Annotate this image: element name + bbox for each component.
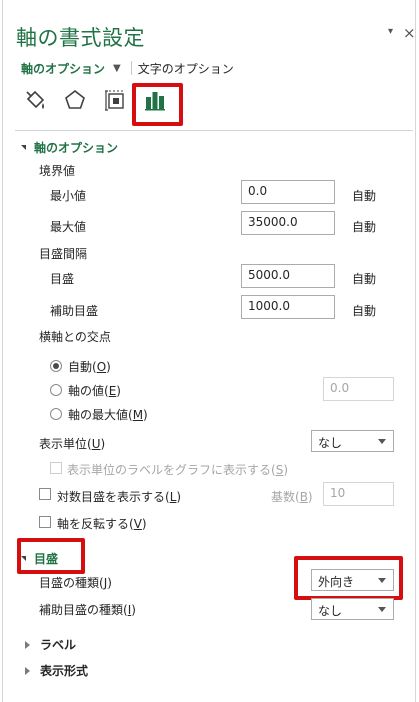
section-number-header[interactable]: 表示形式 — [25, 662, 88, 679]
crosses-auto-key: O — [96, 360, 107, 374]
minor-tick-type-label: 補助目盛の種類(I) — [39, 601, 136, 618]
major-tick-type-text: 目盛の種類( — [39, 576, 104, 590]
expand-triangle-icon — [21, 145, 26, 150]
crosses-value-text: 軸の値( — [68, 384, 109, 398]
collapse-triangle-icon — [25, 666, 30, 675]
show-units-label-main: 表示単位のラベルをグラフに表示する( — [67, 463, 276, 477]
crosses-max-radio[interactable] — [50, 408, 62, 420]
crosses-label: 横軸との交点 — [39, 330, 111, 344]
log-base-key: B — [299, 490, 308, 504]
tab-separator — [130, 61, 132, 75]
log-scale-checkbox[interactable] — [39, 488, 51, 500]
pane-title: 軸の書式設定 — [16, 26, 145, 50]
crosses-auto-label[interactable]: 自動(O) — [68, 358, 111, 375]
log-base-text: 基数( — [271, 490, 300, 504]
log-scale-label[interactable]: 対数目盛を表示する(L) — [57, 488, 181, 505]
crosses-max-key: M — [132, 408, 144, 422]
major-tick-type-label: 目盛の種類(J) — [39, 574, 112, 591]
crosses-value-input[interactable]: 0.0 — [323, 377, 394, 401]
major-unit-label: 目盛 — [50, 272, 75, 286]
bounds-label: 境界値 — [39, 164, 76, 178]
size-properties-icon[interactable] — [101, 86, 129, 114]
crosses-max-end: ) — [143, 408, 148, 422]
crosses-value-end: ) — [116, 384, 121, 398]
log-scale-text: 対数目盛を表示する( — [57, 490, 170, 504]
crosses-auto-radio[interactable] — [50, 360, 62, 372]
fill-line-icon[interactable] — [21, 86, 49, 114]
crosses-max-label[interactable]: 軸の最大値(M) — [68, 406, 148, 423]
section-tick-marks-title: 目盛 — [34, 552, 59, 566]
minor-unit-input[interactable]: 1000.0 — [241, 295, 335, 319]
display-units-value: なし — [318, 436, 343, 450]
tab-axis-options-dropdown-icon[interactable]: ▼ — [113, 63, 121, 74]
minimum-auto-label[interactable]: 自動 — [352, 187, 376, 204]
maximum-auto-label[interactable]: 自動 — [352, 218, 376, 235]
crosses-value-radio[interactable] — [50, 384, 62, 396]
crosses-auto-end: ) — [106, 360, 111, 374]
chevron-down-icon — [378, 607, 386, 612]
section-axis-options-title: 軸のオプション — [34, 141, 119, 155]
effects-pentagon-icon[interactable] — [61, 86, 89, 114]
collapse-triangle-icon — [25, 640, 30, 649]
reverse-order-text: 軸を反転する( — [57, 517, 134, 531]
log-base-label: 基数(B) — [271, 488, 313, 505]
format-axis-pane: 軸の書式設定 ▾ × 軸のオプション ▼ 文字のオプション 軸のオプション 境界… — [2, 0, 416, 702]
minor-tick-type-end: ) — [131, 603, 136, 617]
maximum-input[interactable]: 35000.0 — [241, 211, 335, 235]
section-divider — [15, 130, 413, 131]
minor-tick-type-text: 補助目盛の種類( — [39, 603, 128, 617]
show-units-label-checkbox[interactable] — [50, 462, 62, 474]
option-tabs: 軸のオプション ▼ 文字のオプション — [21, 60, 234, 76]
log-scale-end: ) — [176, 490, 182, 504]
major-tick-type-select[interactable]: 外向き — [311, 569, 394, 591]
show-units-label-end: ) — [283, 463, 288, 477]
log-base-input[interactable]: 10 — [323, 482, 394, 506]
minor-unit-auto-label[interactable]: 自動 — [352, 302, 376, 319]
chevron-down-icon — [378, 439, 386, 444]
chevron-down-icon — [378, 578, 386, 583]
close-icon[interactable]: × — [403, 24, 416, 42]
minimum-input[interactable]: 0.0 — [241, 180, 335, 204]
crosses-value-label[interactable]: 軸の値(E) — [68, 382, 121, 399]
reverse-order-key: V — [133, 517, 142, 531]
display-units-text: 表示単位( — [39, 437, 92, 451]
tab-axis-options[interactable]: 軸のオプション — [21, 60, 105, 77]
units-label: 目盛間隔 — [39, 247, 88, 261]
display-units-label: 表示単位(U) — [39, 435, 105, 452]
display-units-end: ) — [100, 437, 106, 451]
pane-options-dropdown-icon[interactable]: ▾ — [388, 26, 393, 37]
minor-unit-label: 補助目盛 — [50, 304, 99, 318]
reverse-order-label[interactable]: 軸を反転する(V) — [57, 515, 147, 532]
section-tick-marks-header[interactable]: 目盛 — [21, 550, 58, 567]
log-base-end: ) — [307, 490, 313, 504]
section-labels-title: ラベル — [40, 638, 77, 652]
section-labels-header[interactable]: ラベル — [25, 636, 76, 653]
major-tick-type-value: 外向き — [318, 575, 355, 589]
major-unit-input[interactable]: 5000.0 — [241, 264, 335, 288]
section-number-title: 表示形式 — [40, 664, 89, 678]
major-unit-auto-label[interactable]: 自動 — [352, 270, 376, 287]
section-axis-options-header[interactable]: 軸のオプション — [21, 139, 118, 156]
reverse-order-end: ) — [141, 517, 147, 531]
show-units-label-text[interactable]: 表示単位のラベルをグラフに表示する(S) — [67, 461, 288, 478]
minor-tick-type-select[interactable]: なし — [311, 598, 394, 620]
maximum-label: 最大値 — [50, 220, 87, 234]
axis-options-bar-chart-icon[interactable] — [141, 86, 169, 114]
minimum-label: 最小値 — [50, 189, 87, 203]
crosses-auto-text: 自動( — [68, 360, 97, 374]
reverse-order-checkbox[interactable] — [39, 516, 51, 528]
expand-triangle-icon — [21, 556, 26, 561]
minor-tick-type-value: なし — [318, 604, 343, 618]
display-units-select[interactable]: なし — [311, 430, 394, 452]
crosses-max-text: 軸の最大値( — [68, 408, 133, 422]
tab-text-options[interactable]: 文字のオプション — [138, 60, 234, 77]
major-tick-type-end: ) — [107, 576, 112, 590]
